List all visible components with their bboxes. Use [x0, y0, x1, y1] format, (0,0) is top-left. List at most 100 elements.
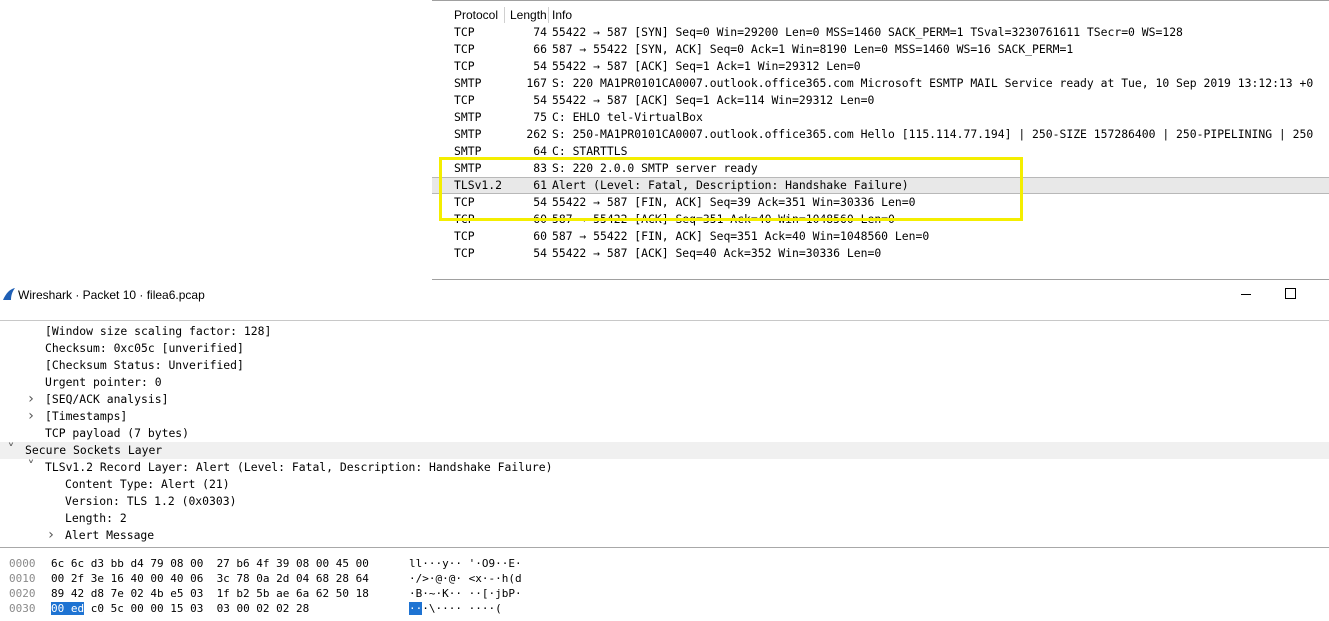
packet-detail-tree[interactable]: [Window size scaling factor: 128] Checksu…	[0, 320, 1329, 548]
packet-length: 66	[533, 42, 547, 56]
packet-info: 55422 → 587 [ACK] Seq=1 Ack=1 Win=29312 …	[552, 59, 861, 73]
packet-list[interactable]: Protocol Length Info TCP 74 55422 → 587 [S…	[432, 0, 1329, 280]
column-protocol[interactable]: Protocol	[454, 8, 498, 22]
packet-length: 54	[533, 246, 547, 260]
ascii-text: ·\···· ····(	[422, 602, 502, 615]
hex-bytes: 6c 6c d3 bb d4 79 08 00 27 b6 4f 39 08 0…	[51, 556, 369, 571]
ascii-selected: ··	[409, 602, 423, 615]
packet-row[interactable]: TCP 54 55422 → 587 [ACK] Seq=1 Ack=1 Win=2…	[432, 58, 1329, 75]
expanded-chevron-icon[interactable]: ˅	[5, 442, 17, 459]
packet-row[interactable]: TCP 54 55422 → 587 [FIN, ACK] Seq=39 Ack=3…	[432, 194, 1329, 211]
tree-node[interactable]: Checksum: 0xc05c [unverified]	[0, 340, 1329, 357]
expanded-chevron-icon[interactable]: ˅	[25, 459, 37, 476]
tree-node[interactable]: › [SEQ/ACK analysis]	[0, 391, 1329, 408]
packet-protocol: SMTP	[454, 161, 482, 175]
column-info[interactable]: Info	[552, 8, 572, 22]
tree-node[interactable]: ˅ TLSv1.2 Record Layer: Alert (Level: Fat…	[0, 459, 1329, 476]
packet-length: 83	[533, 161, 547, 175]
tree-node[interactable]: [Window size scaling factor: 128]	[0, 323, 1329, 340]
tree-node[interactable]: › [Timestamps]	[0, 408, 1329, 425]
packet-length: 74	[533, 25, 547, 39]
packet-length: 54	[533, 93, 547, 107]
column-separator[interactable]	[504, 7, 505, 23]
tree-node-label: Content Type: Alert (21)	[65, 477, 230, 491]
wireshark-fin-icon	[3, 288, 15, 300]
packet-info: 55422 → 587 [FIN, ACK] Seq=39 Ack=351 Wi…	[552, 195, 916, 209]
hex-bytes: 00 ed c0 5c 00 00 15 03 03 00 02 02 28	[51, 601, 309, 616]
packet-protocol: TLSv1.2	[454, 178, 503, 192]
packet-row[interactable]: SMTP 167 S: 220 MA1PR0101CA0007.outlook.of…	[432, 75, 1329, 92]
collapsed-chevron-icon[interactable]: ›	[45, 527, 57, 544]
packet-length: 60	[533, 229, 547, 243]
packet-info: 55422 → 587 [ACK] Seq=1 Ack=114 Win=2931…	[552, 93, 875, 107]
tree-node-label: TCP payload (7 bytes)	[45, 426, 190, 440]
packet-list-header: Protocol Length Info	[432, 6, 1329, 24]
tree-node-label: TLSv1.2 Record Layer: Alert (Level: Fata…	[45, 460, 553, 474]
packet-row[interactable]: SMTP 83 S: 220 2.0.0 SMTP server ready	[432, 160, 1329, 177]
collapsed-chevron-icon[interactable]: ›	[25, 408, 37, 425]
packet-row[interactable]: TCP 66 587 → 55422 [SYN, ACK] Seq=0 Ack=1 …	[432, 41, 1329, 58]
packet-row[interactable]: SMTP 75 C: EHLO tel-VirtualBox	[432, 109, 1329, 126]
packet-info: C: EHLO tel-VirtualBox	[552, 110, 703, 124]
packet-row-selected[interactable]: TLSv1.2 61 Alert (Level: Fatal, Descriptio…	[432, 177, 1329, 194]
hex-bytes-text: 89 42 d8 7e 02 4b e5 03 1f b2 5b ae 6a 6…	[51, 587, 369, 600]
hex-row[interactable]: 0000 6c 6c d3 bb d4 79 08 00 27 b6 4f 39 …	[0, 556, 600, 571]
hex-row[interactable]: 0010 00 2f 3e 16 40 00 40 06 3c 78 0a 2d …	[0, 571, 600, 586]
packet-row[interactable]: TCP 74 55422 → 587 [SYN] Seq=0 Win=29200 L…	[432, 24, 1329, 41]
ascii-text: ll···y·· '·O9··E·	[409, 557, 522, 570]
packet-protocol: TCP	[454, 246, 475, 260]
maximize-button[interactable]	[1277, 282, 1305, 306]
tree-node[interactable]: Length: 2	[0, 510, 1329, 527]
tree-node-label: Version: TLS 1.2 (0x0303)	[65, 494, 237, 508]
hex-ascii: ·/>·@·@· <x·-·h(d	[409, 571, 522, 586]
tree-node[interactable]: ˅ Secure Sockets Layer	[0, 442, 1329, 459]
packet-row[interactable]: SMTP 262 S: 250-MA1PR0101CA0007.outlook.of…	[432, 126, 1329, 143]
packet-length: 61	[533, 178, 547, 192]
column-length[interactable]: Length	[510, 8, 547, 22]
packet-length: 262	[526, 127, 547, 141]
hex-offset: 0020	[9, 587, 36, 600]
packet-info: 55422 → 587 [ACK] Seq=40 Ack=352 Win=303…	[552, 246, 882, 260]
packet-info: Alert (Level: Fatal, Description: Handsh…	[552, 178, 909, 192]
packet-info: 587 → 55422 [ACK] Seq=351 Ack=40 Win=104…	[552, 212, 895, 226]
hex-ascii: ll···y·· '·O9··E·	[409, 556, 522, 571]
packet-info: S: 250-MA1PR0101CA0007.outlook.office365…	[552, 127, 1314, 141]
tree-node[interactable]: [Checksum Status: Unverified]	[0, 357, 1329, 374]
hex-bytes-text: c0 5c 00 00 15 03 03 00 02 02 28	[84, 602, 310, 615]
window-title: Wireshark · Packet 10 · filea6.pcap	[18, 288, 205, 302]
column-separator[interactable]	[548, 7, 549, 23]
packet-length: 75	[533, 110, 547, 124]
packet-row[interactable]: SMTP 64 C: STARTTLS	[432, 143, 1329, 160]
packet-row[interactable]: TCP 60 587 → 55422 [FIN, ACK] Seq=351 Ack=…	[432, 228, 1329, 245]
minimize-button[interactable]	[1232, 282, 1260, 306]
tree-node[interactable]: Urgent pointer: 0	[0, 374, 1329, 391]
packet-row[interactable]: TCP 54 55422 → 587 [ACK] Seq=40 Ack=352 Wi…	[432, 245, 1329, 262]
hex-bytes: 00 2f 3e 16 40 00 40 06 3c 78 0a 2d 04 6…	[51, 571, 369, 586]
tree-node-label: Alert Message	[65, 528, 155, 542]
packet-protocol: SMTP	[454, 127, 482, 141]
tree-node[interactable]: › Alert Message	[0, 527, 1329, 544]
tree-node-label: Secure Sockets Layer	[25, 443, 163, 457]
packet-row[interactable]: TCP 54 55422 → 587 [ACK] Seq=1 Ack=114 Win…	[432, 92, 1329, 109]
packet-protocol: TCP	[454, 25, 475, 39]
packet-info: 587 → 55422 [SYN, ACK] Seq=0 Ack=1 Win=8…	[552, 42, 1074, 56]
tree-node[interactable]: Version: TLS 1.2 (0x0303)	[0, 493, 1329, 510]
packet-info: S: 220 2.0.0 SMTP server ready	[552, 161, 758, 175]
collapsed-chevron-icon[interactable]: ›	[25, 391, 37, 408]
hex-bytes-text: 6c 6c d3 bb d4 79 08 00 27 b6 4f 39 08 0…	[51, 557, 369, 570]
tree-node-label: [Checksum Status: Unverified]	[45, 358, 244, 372]
packet-protocol: SMTP	[454, 110, 482, 124]
tree-node-label: [SEQ/ACK analysis]	[45, 392, 169, 406]
tree-node[interactable]: TCP payload (7 bytes)	[0, 425, 1329, 442]
packet-info: 587 → 55422 [FIN, ACK] Seq=351 Ack=40 Wi…	[552, 229, 930, 243]
tree-node[interactable]: Content Type: Alert (21)	[0, 476, 1329, 493]
packet-length: 54	[533, 195, 547, 209]
packet-bytes-pane[interactable]: 0000 6c 6c d3 bb d4 79 08 00 27 b6 4f 39 …	[0, 552, 1329, 621]
hex-row[interactable]: 0030 00 ed c0 5c 00 00 15 03 03 00 02 02 …	[0, 601, 600, 616]
packet-length: 54	[533, 59, 547, 73]
hex-bytes-text: 00 2f 3e 16 40 00 40 06 3c 78 0a 2d 04 6…	[51, 572, 369, 585]
packet-row[interactable]: TCP 60 587 → 55422 [ACK] Seq=351 Ack=40 Wi…	[432, 211, 1329, 228]
hex-row[interactable]: 0020 89 42 d8 7e 02 4b e5 03 1f b2 5b ae …	[0, 586, 600, 601]
packet-protocol: TCP	[454, 42, 475, 56]
hex-ascii: ···\···· ····(	[409, 601, 502, 616]
